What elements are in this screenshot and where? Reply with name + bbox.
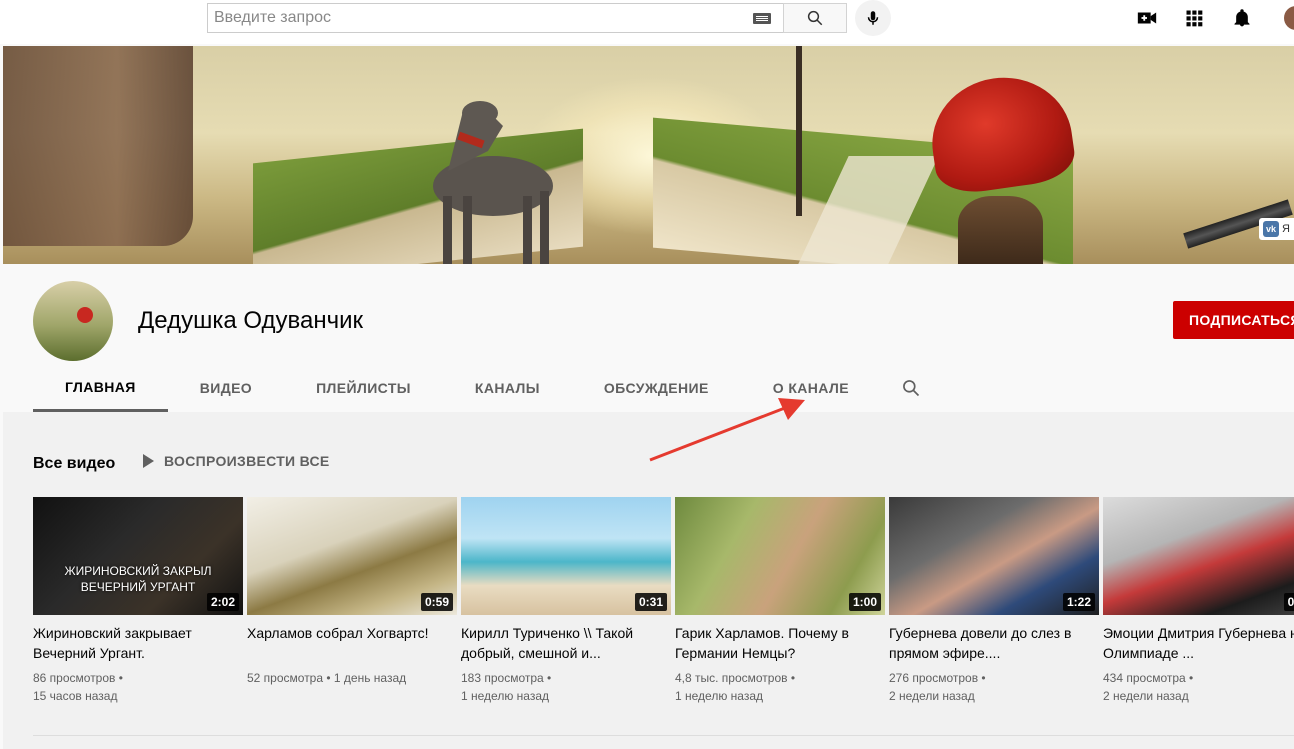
voice-search-button[interactable] bbox=[855, 0, 891, 36]
video-meta: 276 просмотров • 2 недели назад bbox=[889, 671, 986, 703]
video-meta: 86 просмотров • 15 часов назад bbox=[33, 671, 123, 703]
upload-age: 1 неделю назад bbox=[461, 689, 550, 703]
subscribe-button[interactable]: ПОДПИСАТЬСЯ bbox=[1173, 301, 1294, 339]
video-card[interactable]: 0:5 Эмоции Дмитрия Губернева на Олимпиад… bbox=[1103, 497, 1294, 705]
view-count: 434 просмотра bbox=[1103, 671, 1186, 685]
video-meta: 183 просмотра • 1 неделю назад bbox=[461, 671, 552, 703]
video-thumbnail[interactable]: Жириновский закрыл вечерний ургант 2:02 bbox=[33, 497, 243, 615]
keyboard-icon[interactable] bbox=[753, 13, 771, 24]
duration-badge: 1:00 bbox=[848, 593, 881, 611]
tab-about[interactable]: О КАНАЛЕ bbox=[741, 364, 881, 412]
channel-name: Дедушка Одуванчик bbox=[138, 307, 364, 334]
video-meta: 52 просмотра • 1 день назад bbox=[247, 671, 407, 685]
video-card[interactable]: 1:22 Губернева довели до слез в прямом э… bbox=[889, 497, 1099, 705]
channel-banner: vk Я bbox=[3, 46, 1294, 264]
shelf-title[interactable]: Все видео bbox=[33, 455, 115, 473]
channel-header: Дедушка Одуванчик ПОДПИСАТЬСЯ ГЛАВНАЯ ВИ… bbox=[3, 264, 1294, 412]
apps-grid-icon bbox=[1186, 10, 1203, 27]
notifications-bell-icon bbox=[1234, 9, 1250, 27]
video-thumbnail[interactable]: 0:59 bbox=[247, 497, 457, 615]
banner-mug bbox=[3, 46, 193, 246]
play-icon bbox=[143, 454, 154, 468]
play-all-button[interactable]: ВОСПРОИЗВЕСТИ ВСЕ bbox=[143, 453, 330, 469]
account-avatar[interactable] bbox=[1284, 6, 1294, 30]
duration-badge: 0:59 bbox=[420, 593, 453, 611]
tab-discussion[interactable]: ОБСУЖДЕНИЕ bbox=[572, 364, 741, 412]
upload-age: 2 недели назад bbox=[889, 689, 975, 703]
thumbnail-caption: Жириновский закрыл вечерний ургант bbox=[64, 564, 212, 594]
search-box bbox=[207, 3, 783, 33]
video-thumbnail[interactable]: 0:5 bbox=[1103, 497, 1294, 615]
video-thumbnail[interactable]: 1:00 bbox=[675, 497, 885, 615]
banner-lamp-post bbox=[796, 46, 802, 216]
video-title[interactable]: Губернева довели до слез в прямом эфире.… bbox=[889, 623, 1094, 663]
mic-icon bbox=[867, 11, 879, 25]
video-card[interactable]: Жириновский закрыл вечерний ургант 2:02 … bbox=[33, 497, 243, 705]
view-count: 276 просмотров bbox=[889, 671, 979, 685]
upload-age: 15 часов назад bbox=[33, 689, 118, 703]
video-title[interactable]: Жириновский закрывает Вечерний Ургант. bbox=[33, 623, 238, 663]
masthead bbox=[0, 0, 1294, 44]
upload-age: 1 день назад bbox=[333, 671, 407, 685]
video-meta: 434 просмотра • 2 недели назад bbox=[1103, 671, 1194, 703]
banner-girl bbox=[958, 196, 1043, 264]
tab-videos[interactable]: ВИДЕО bbox=[168, 364, 284, 412]
create-video-icon bbox=[1137, 12, 1157, 24]
channel-search-button[interactable] bbox=[881, 364, 941, 412]
channel-tabs: ГЛАВНАЯ ВИДЕО ПЛЕЙЛИСТЫ КАНАЛЫ ОБСУЖДЕНИ… bbox=[33, 364, 941, 412]
duration-badge: 2:02 bbox=[206, 593, 239, 611]
video-card[interactable]: 0:59 Харламов собрал Хогвартс! 52 просмо… bbox=[247, 497, 457, 687]
upload-age: 2 недели назад bbox=[1103, 689, 1189, 703]
create-video-button[interactable] bbox=[1135, 6, 1159, 30]
search-icon bbox=[903, 380, 920, 397]
vk-link-text: Я bbox=[1282, 223, 1290, 235]
search-icon bbox=[807, 10, 823, 26]
apps-button[interactable] bbox=[1182, 6, 1206, 30]
banner-dog bbox=[433, 101, 553, 264]
video-title[interactable]: Кирилл Туриченко \\ Такой добрый, смешно… bbox=[461, 623, 666, 663]
duration-badge: 0:5 bbox=[1283, 593, 1294, 611]
section-divider bbox=[33, 735, 1294, 736]
view-count: 52 просмотра bbox=[247, 671, 324, 685]
video-card[interactable]: 0:31 Кирилл Туриченко \\ Такой добрый, с… bbox=[461, 497, 671, 705]
tab-channels[interactable]: КАНАЛЫ bbox=[443, 364, 572, 412]
tab-playlists[interactable]: ПЛЕЙЛИСТЫ bbox=[284, 364, 443, 412]
video-thumbnail[interactable]: 0:31 bbox=[461, 497, 671, 615]
video-title[interactable]: Эмоции Дмитрия Губернева на Олимпиаде ..… bbox=[1103, 623, 1294, 663]
search-button[interactable] bbox=[783, 3, 847, 33]
video-shelf: Жириновский закрыл вечерний ургант 2:02 … bbox=[33, 497, 1294, 727]
tab-home[interactable]: ГЛАВНАЯ bbox=[33, 364, 168, 412]
channel-avatar[interactable] bbox=[33, 281, 113, 361]
play-all-label: ВОСПРОИЗВЕСТИ ВСЕ bbox=[164, 453, 330, 469]
search-input[interactable] bbox=[208, 4, 728, 32]
video-title[interactable]: Гарик Харламов. Почему в Германии Немцы? bbox=[675, 623, 880, 663]
vk-link-badge[interactable]: vk Я bbox=[1259, 218, 1294, 240]
video-card[interactable]: 1:00 Гарик Харламов. Почему в Германии Н… bbox=[675, 497, 885, 705]
view-count: 86 просмотров bbox=[33, 671, 116, 685]
video-title[interactable]: Харламов собрал Хогвартс! bbox=[247, 623, 452, 663]
duration-badge: 0:31 bbox=[634, 593, 667, 611]
video-meta: 4,8 тыс. просмотров • 1 неделю назад bbox=[675, 671, 796, 703]
duration-badge: 1:22 bbox=[1062, 593, 1095, 611]
notifications-button[interactable] bbox=[1230, 6, 1254, 30]
channel-content: Все видео ВОСПРОИЗВЕСТИ ВСЕ Жириновский … bbox=[3, 412, 1294, 749]
view-count: 183 просмотра bbox=[461, 671, 544, 685]
vk-icon: vk bbox=[1263, 221, 1280, 237]
view-count: 4,8 тыс. просмотров bbox=[675, 671, 788, 685]
video-thumbnail[interactable]: 1:22 bbox=[889, 497, 1099, 615]
upload-age: 1 неделю назад bbox=[675, 689, 764, 703]
